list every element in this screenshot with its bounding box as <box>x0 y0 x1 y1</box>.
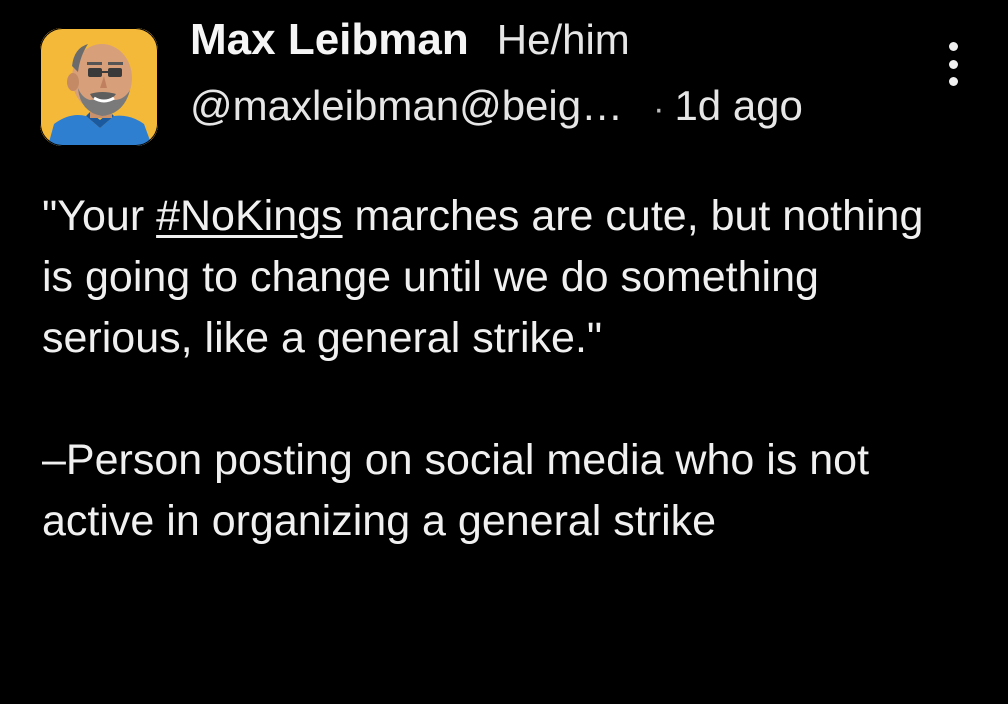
name-row: Max Leibman He/him <box>190 12 918 68</box>
more-options-button[interactable] <box>936 42 970 86</box>
more-vertical-icon-dot <box>948 59 958 69</box>
post-paragraph: "Your #NoKings marches are cute, but not… <box>42 186 962 369</box>
separator-dot: · <box>653 90 665 128</box>
post-header: Max Leibman He/him @maxleibman@beig… · 1… <box>190 12 918 132</box>
more-vertical-icon-dot <box>948 77 958 86</box>
post-content: "Your #NoKings marches are cute, but not… <box>42 186 962 552</box>
avatar[interactable] <box>40 28 158 146</box>
quote-start-text: "Your <box>42 192 157 240</box>
display-name[interactable]: Max Leibman <box>190 12 469 68</box>
avatar-portrait-icon <box>40 28 158 146</box>
post-paragraph: –Person posting on social media who is n… <box>42 436 870 545</box>
timestamp[interactable]: 1d ago <box>674 80 802 132</box>
post-card: Max Leibman He/him @maxleibman@beig… · 1… <box>0 0 1008 704</box>
hashtag-link[interactable]: #NoKings <box>156 192 342 240</box>
pronouns: He/him <box>496 16 630 63</box>
handle-row: @maxleibman@beig… · 1d ago <box>190 80 918 132</box>
account-handle[interactable]: @maxleibman@beig… <box>190 80 623 132</box>
more-vertical-icon <box>948 42 958 51</box>
